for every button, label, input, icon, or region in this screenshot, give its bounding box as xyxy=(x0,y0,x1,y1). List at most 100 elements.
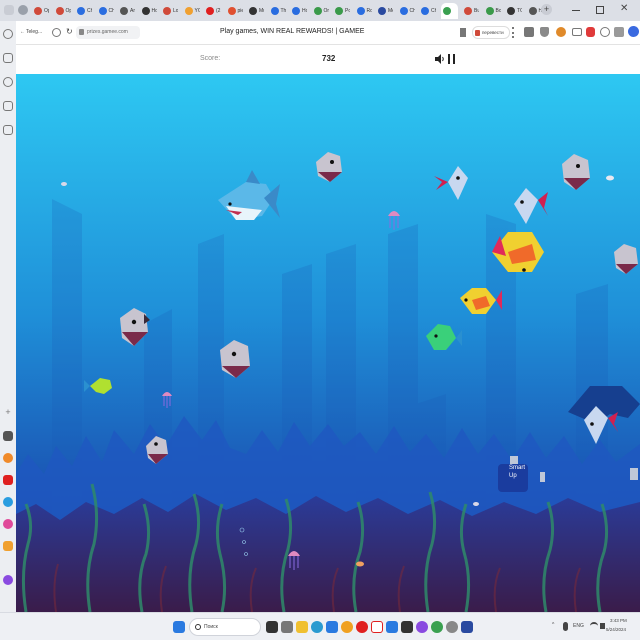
extension-shield-icon[interactable] xyxy=(52,28,61,37)
tab-favicon-icon xyxy=(313,7,322,15)
pause-button[interactable] xyxy=(448,54,455,64)
browser-tab[interactable]: Mu xyxy=(247,3,264,19)
chrome-icon[interactable] xyxy=(431,621,443,633)
telegram-icon[interactable] xyxy=(3,497,13,507)
browser-tab[interactable]: On xyxy=(312,3,329,19)
tab-label: Me xyxy=(388,8,393,14)
browser-tab[interactable]: Th xyxy=(269,3,286,19)
volume-icon[interactable] xyxy=(600,623,605,629)
app-blue-icon[interactable] xyxy=(461,621,473,633)
add-panel-icon[interactable]: + xyxy=(3,407,13,417)
tab-favicon-icon xyxy=(120,7,128,15)
extension-red-icon[interactable] xyxy=(586,27,595,37)
sound-icon[interactable] xyxy=(434,54,446,64)
norton-icon[interactable] xyxy=(341,621,353,633)
maximize-button[interactable] xyxy=(596,6,604,14)
tab-favicon-icon xyxy=(55,7,64,15)
tab-label: Lo xyxy=(173,8,178,14)
settings-gear-icon[interactable] xyxy=(446,621,458,633)
browser-tab[interactable]: Ch xyxy=(398,3,415,19)
downloads-icon[interactable] xyxy=(3,101,13,111)
bookmark-icon[interactable] xyxy=(460,28,466,37)
yandex-icon[interactable] xyxy=(371,621,383,633)
browser-tab[interactable]: Ho xyxy=(140,3,157,19)
browser-app-icon[interactable] xyxy=(3,575,13,585)
browser-tab[interactable]: Ch xyxy=(97,3,114,19)
browser-tab[interactable]: Po xyxy=(333,3,350,19)
browser-tab[interactable]: (2 xyxy=(204,3,221,19)
taskbar-search[interactable]: Поиск xyxy=(189,618,261,636)
check-app-icon[interactable] xyxy=(401,621,413,633)
browser-tab[interactable]: pie xyxy=(226,3,243,19)
extension-key-icon[interactable] xyxy=(600,27,610,37)
clock-date[interactable]: 5/24/2024 xyxy=(606,627,626,632)
messenger-icon[interactable] xyxy=(3,519,13,529)
browser-tab[interactable]: Ar xyxy=(118,3,135,19)
browser-tab[interactable]: Ch xyxy=(419,3,436,19)
tab-favicon-icon xyxy=(528,7,537,15)
bookmarks-icon[interactable] xyxy=(3,53,13,63)
opera-icon[interactable] xyxy=(356,621,368,633)
widget-icon[interactable] xyxy=(281,621,293,633)
jellyfish-sprite xyxy=(388,211,400,230)
minimize-button[interactable] xyxy=(572,10,580,11)
windows-start-icon[interactable] xyxy=(173,621,185,633)
feedly-icon[interactable] xyxy=(3,431,13,441)
browser-tab[interactable]: Bu xyxy=(462,3,479,19)
browser-tab-bar: Op Op Ch Ch Ar Ho Lo YO (2 pie Mu Th Ho On Po Ro Me Ch Ch B… xyxy=(0,0,640,21)
browser-tab[interactable]: Ho xyxy=(290,3,307,19)
address-bar[interactable]: prizes.gamee.com xyxy=(76,26,140,39)
history-icon[interactable] xyxy=(3,29,13,39)
store-icon[interactable] xyxy=(326,621,338,633)
tab-label: TO xyxy=(517,8,522,14)
tray-chevron-icon[interactable]: ^ xyxy=(552,622,554,628)
new-tab-button[interactable]: + xyxy=(541,4,552,15)
app-purple-icon[interactable] xyxy=(416,621,428,633)
wifi-icon[interactable] xyxy=(590,622,598,630)
extensions-puzzle-icon[interactable] xyxy=(614,27,624,37)
translate-button[interactable]: перевести xyxy=(472,26,510,39)
browser-tab[interactable]: Bo xyxy=(484,3,501,19)
youtube-icon[interactable] xyxy=(3,475,13,485)
browser-sidebar: + xyxy=(0,21,16,612)
clock-time[interactable]: 3:43 PM xyxy=(610,618,627,623)
extension-bitwarden-icon[interactable] xyxy=(524,27,534,37)
extension-shield2-icon[interactable] xyxy=(540,27,549,37)
sidebar-toggle-icon[interactable] xyxy=(4,5,14,15)
back-button[interactable]: ← xyxy=(20,29,25,35)
page-title: Play games, WIN REAL REWARDS! | GAMEE xyxy=(220,28,365,35)
game-canvas[interactable]: Smart Up xyxy=(16,74,640,612)
menu-dots-icon[interactable] xyxy=(512,27,514,38)
browser-tab[interactable]: Op xyxy=(32,3,49,19)
browser-tab[interactable]: TO xyxy=(505,3,522,19)
tab-label: Ro xyxy=(366,8,372,14)
tab-favicon-icon xyxy=(163,7,171,15)
close-window-button[interactable]: ✕ xyxy=(620,2,632,16)
edge-icon[interactable] xyxy=(311,621,323,633)
task-view-icon[interactable] xyxy=(266,621,278,633)
browser-tab[interactable]: Op xyxy=(54,3,71,19)
player-icon[interactable] xyxy=(3,77,13,87)
tab-label: YO xyxy=(194,8,200,14)
tab-label: pie xyxy=(237,8,243,14)
vpn-icon[interactable] xyxy=(3,453,13,463)
vscode-icon[interactable] xyxy=(386,621,398,633)
workspace-icon[interactable] xyxy=(18,5,28,15)
reload-button[interactable]: ↻ xyxy=(66,27,73,36)
extension-audio-icon[interactable] xyxy=(572,28,582,36)
browser-tab[interactable]: Me xyxy=(376,3,393,19)
browser-tab[interactable]: Lo xyxy=(161,3,178,19)
profile-avatar[interactable] xyxy=(628,26,639,37)
extension-fox-icon[interactable] xyxy=(556,27,566,37)
browser-tab[interactable]: Ro xyxy=(355,3,372,19)
tab-favicon-icon xyxy=(356,7,365,15)
microphone-icon[interactable] xyxy=(563,622,568,631)
browser-tab[interactable]: YO xyxy=(183,3,200,19)
notes-icon[interactable] xyxy=(3,125,13,135)
extension-icon[interactable] xyxy=(3,541,13,551)
browser-tab[interactable] xyxy=(440,3,458,19)
file-explorer-icon[interactable] xyxy=(296,621,308,633)
tab-label: Bu xyxy=(474,8,479,14)
browser-tab[interactable]: Ch xyxy=(75,3,92,19)
language-indicator[interactable]: ENG xyxy=(573,623,584,629)
